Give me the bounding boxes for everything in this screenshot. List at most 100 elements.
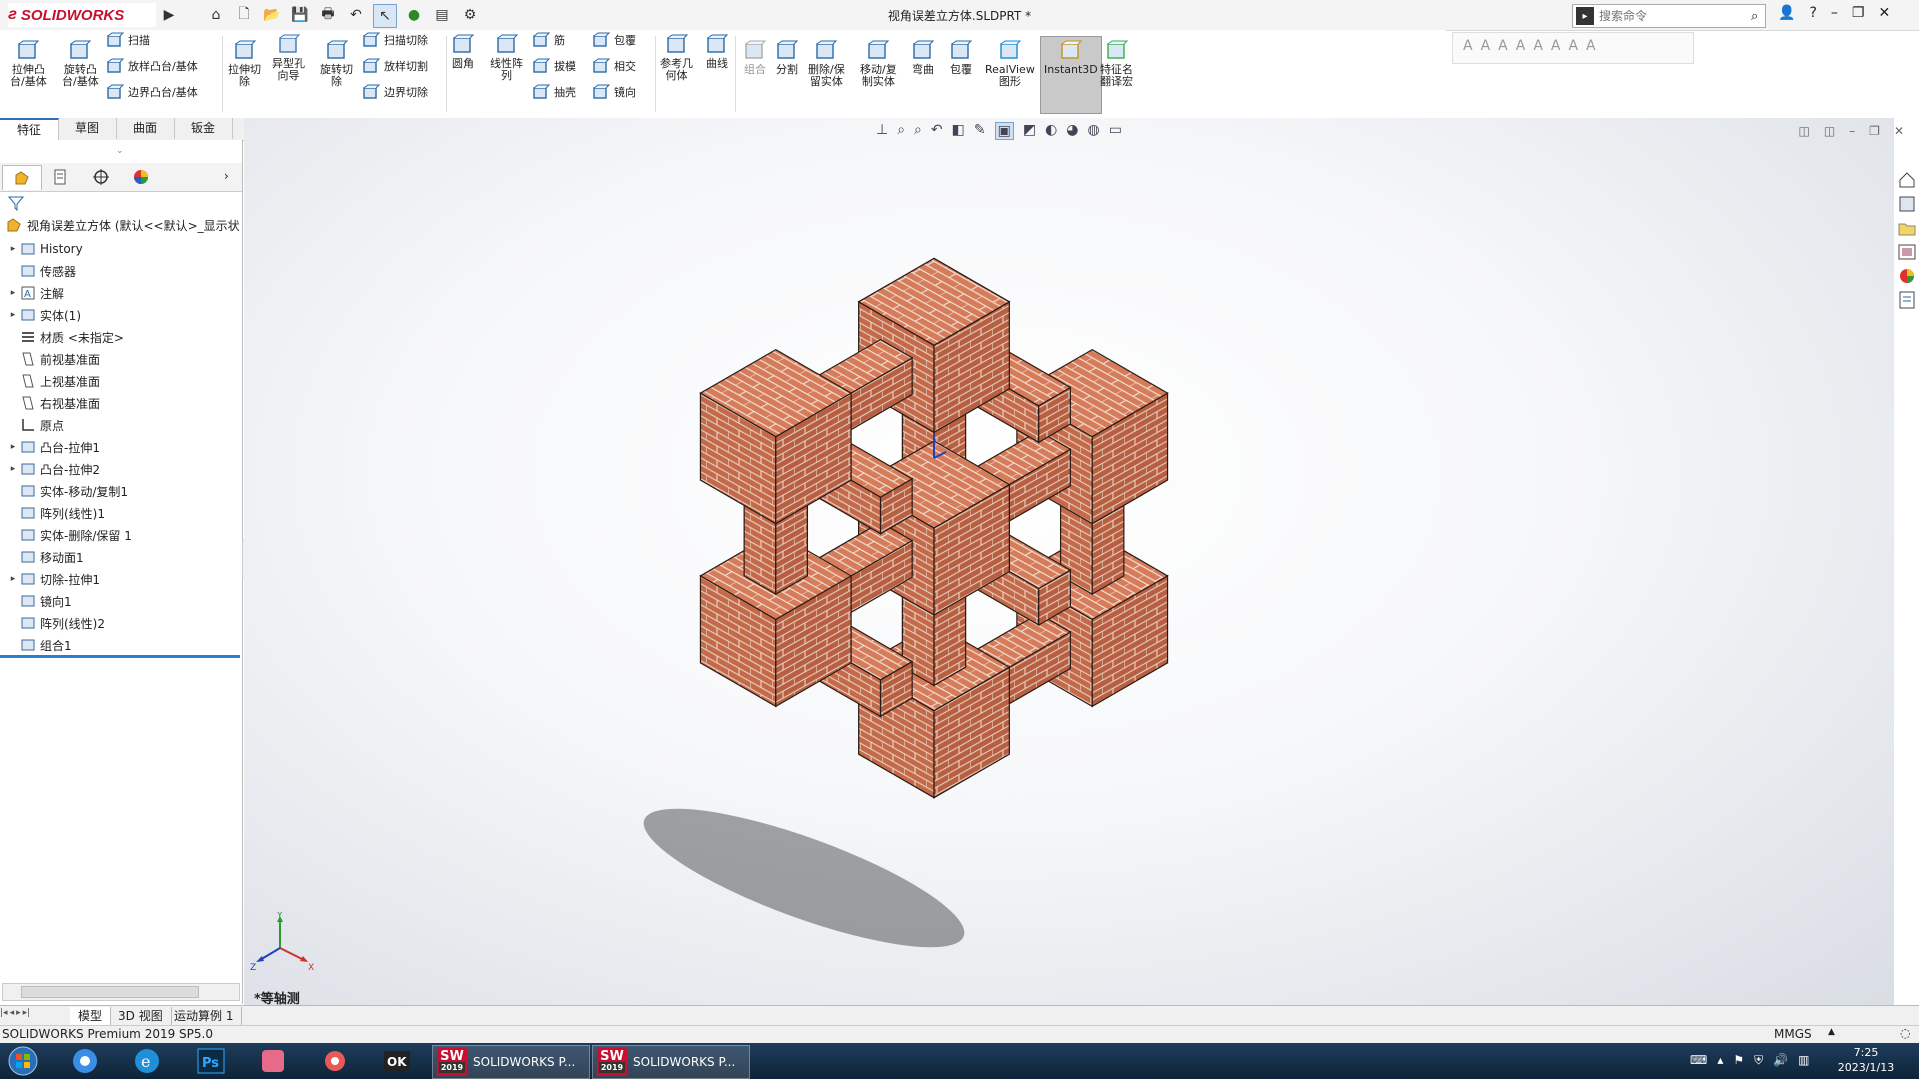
tab-2[interactable]: 曲面 [116,118,175,139]
start-button-icon[interactable] [6,1045,40,1077]
antivirus-icon[interactable]: ⛨ [1754,1053,1763,1068]
apply-scene-icon[interactable]: ◍ [1088,122,1100,140]
command-intersect-button[interactable]: 相交 [592,58,636,76]
graphics-area[interactable] [244,118,1894,1005]
command-delete-keep-body-button[interactable]: 删除/保 留实体 [808,40,845,88]
file-explorer-icon[interactable] [1897,218,1917,238]
expand-arrow-icon[interactable]: ▸ [6,310,20,320]
restore-icon[interactable]: ❐ [1852,5,1865,21]
expand-arrow-icon[interactable]: ▸ [6,442,20,452]
command-hole-wizard-button[interactable]: 异型孔 向导 [272,34,305,82]
expand-arrow-icon[interactable]: ▸ [6,464,20,474]
command-revolve-boss-button[interactable]: 旋转凸 台/基体 [62,40,99,88]
command-fillet-button[interactable]: 圆角 [452,34,474,70]
paint-icon[interactable] [320,1045,350,1077]
command-revolve-cut-button[interactable]: 旋转切 除 [320,40,353,88]
hide-show-icon[interactable]: ◐ [1045,122,1057,140]
text-format-icon[interactable]: A [1568,38,1578,54]
expand-arrow-icon[interactable]: ▸ [6,244,20,254]
expand-arrow-icon[interactable]: ▸ [6,574,20,584]
tree-item[interactable]: 实体-移动/复制1 [0,480,128,502]
photoshop-icon[interactable]: Ps [196,1045,226,1077]
tree-item[interactable]: ▸ 切除-拉伸1 [0,568,100,590]
split-right-icon[interactable]: ◫ [1824,124,1835,138]
design-library-icon[interactable] [1897,194,1917,214]
view-orientation-icon[interactable]: ⊥ [876,122,888,140]
tab-0[interactable]: 特征 [0,118,59,141]
zoom-to-area-icon[interactable]: ⌕ [914,122,922,140]
dynamic-annotation-icon[interactable]: ✎ [974,122,986,140]
tree-item[interactable]: 阵列(线性)2 [0,612,105,634]
bottom-tab-2[interactable]: 运动算例 1 [166,1007,243,1025]
bottom-tab-1[interactable]: 3D 视图 [110,1007,172,1025]
tree-item[interactable]: ▸ History [0,238,83,260]
command-mirror-button[interactable]: 镜向 [592,84,636,102]
command-rib-button[interactable]: 筋 [532,32,565,50]
expand-arrow-icon[interactable]: ▸ [6,288,20,298]
tree-item[interactable]: ▸ 凸台-拉伸1 [0,436,100,458]
app-icon[interactable] [258,1045,288,1077]
obs-icon[interactable]: OK [382,1045,412,1077]
command-lofted-cut-button[interactable]: 放样切割 [362,58,428,76]
custom-properties-icon[interactable] [1897,290,1917,310]
rollback-bar[interactable] [0,655,240,658]
text-format-icon[interactable]: A [1516,38,1526,54]
command-realview-button[interactable]: RealView 图形 [985,40,1035,88]
command-extrude-cut-button[interactable]: 拉伸切 除 [228,40,261,88]
edit-appearance-icon[interactable]: ◕ [1066,122,1078,140]
command-linear-pattern-button[interactable]: 线性阵 列 [490,34,523,82]
bottom-tab-0[interactable]: 模型 [70,1007,112,1025]
tree-root-part[interactable]: 视角误差立方体 (默认<<默认>_显示状 [5,216,241,234]
command-sweep-button[interactable]: 扫描 [106,32,150,50]
units-up-arrow-icon[interactable]: ▲ [1828,1027,1835,1037]
filter-icon[interactable] [7,195,25,214]
tree-item[interactable]: 移动面1 [0,546,84,568]
taskbar-solidworks-window[interactable]: SW 2019 SOLIDWORKS P... [592,1045,750,1079]
command-loft-button[interactable]: 放样凸台/基体 [106,58,198,76]
help-icon[interactable]: ? [1809,5,1816,21]
network-icon[interactable]: ▥ [1798,1053,1809,1068]
tab-3[interactable]: 钣金 [174,118,233,139]
tree-item[interactable]: 原点 [0,414,64,436]
command-wrap-body-button[interactable]: 包覆 [950,40,972,76]
text-format-icon[interactable]: A [1481,38,1491,54]
tree-item[interactable]: ▸ A 注解 [0,282,64,304]
command-swept-cut-button[interactable]: 扫描切除 [362,32,428,50]
restore-icon[interactable]: ❐ [1869,124,1880,138]
keyboard-icon[interactable]: ⌨ [1690,1053,1707,1068]
command-boundary-boss-button[interactable]: 边界凸台/基体 [106,84,198,102]
quick-tips-icon[interactable]: ◌ [1900,1026,1910,1040]
configuration-manager-tab-icon[interactable] [82,165,120,189]
units-selector[interactable]: MMGS [1774,1027,1812,1041]
chevron-right-icon[interactable]: › [224,169,229,183]
tree-item[interactable]: 前视基准面 [0,348,100,370]
property-manager-tab-icon[interactable] [42,165,80,189]
command-wrap-button[interactable]: 包覆 [592,32,636,50]
solidworks-resources-icon[interactable] [1897,170,1917,190]
volume-icon[interactable]: 🔊 [1773,1053,1788,1068]
text-format-icon[interactable]: A [1498,38,1508,54]
view-settings-icon[interactable]: ▭ [1109,122,1122,140]
baidu-netdisk-icon[interactable] [70,1045,100,1077]
user-icon[interactable]: 👤 [1778,5,1795,21]
tab-1[interactable]: 草图 [58,118,117,139]
close-icon[interactable]: ✕ [1894,124,1904,138]
tree-item[interactable]: 组合1 [0,634,72,656]
section-view-icon[interactable]: ◧ [952,122,965,140]
feature-manager-tab-icon[interactable] [2,165,42,190]
magnifier-icon[interactable]: ⌕ [1751,9,1758,24]
view-cube-icon[interactable]: ▣ [994,122,1014,140]
zoom-to-fit-icon[interactable]: ⌕ [897,122,905,140]
command-macro-button[interactable]: 特征名 翻译宏 [1100,40,1133,88]
command-reference-geometry-button[interactable]: 参考几 何体 [660,34,693,82]
tree-item[interactable]: 镜向1 [0,590,72,612]
brick-cube-model[interactable] [244,118,1894,1005]
command-split-button[interactable]: 分割 [776,40,798,76]
previous-view-icon[interactable]: ↶ [931,122,943,140]
command-instant3d-button[interactable]: Instant3D [1044,40,1098,76]
tree-item[interactable]: ▸ 实体(1) [0,304,81,326]
command-combine-button[interactable]: 组合 [744,40,766,76]
windows-flag-icon[interactable]: ⚑ [1733,1053,1744,1068]
tree-item[interactable]: 实体-删除/保留 1 [0,524,132,546]
command-curves-button[interactable]: 曲线 [706,34,728,70]
